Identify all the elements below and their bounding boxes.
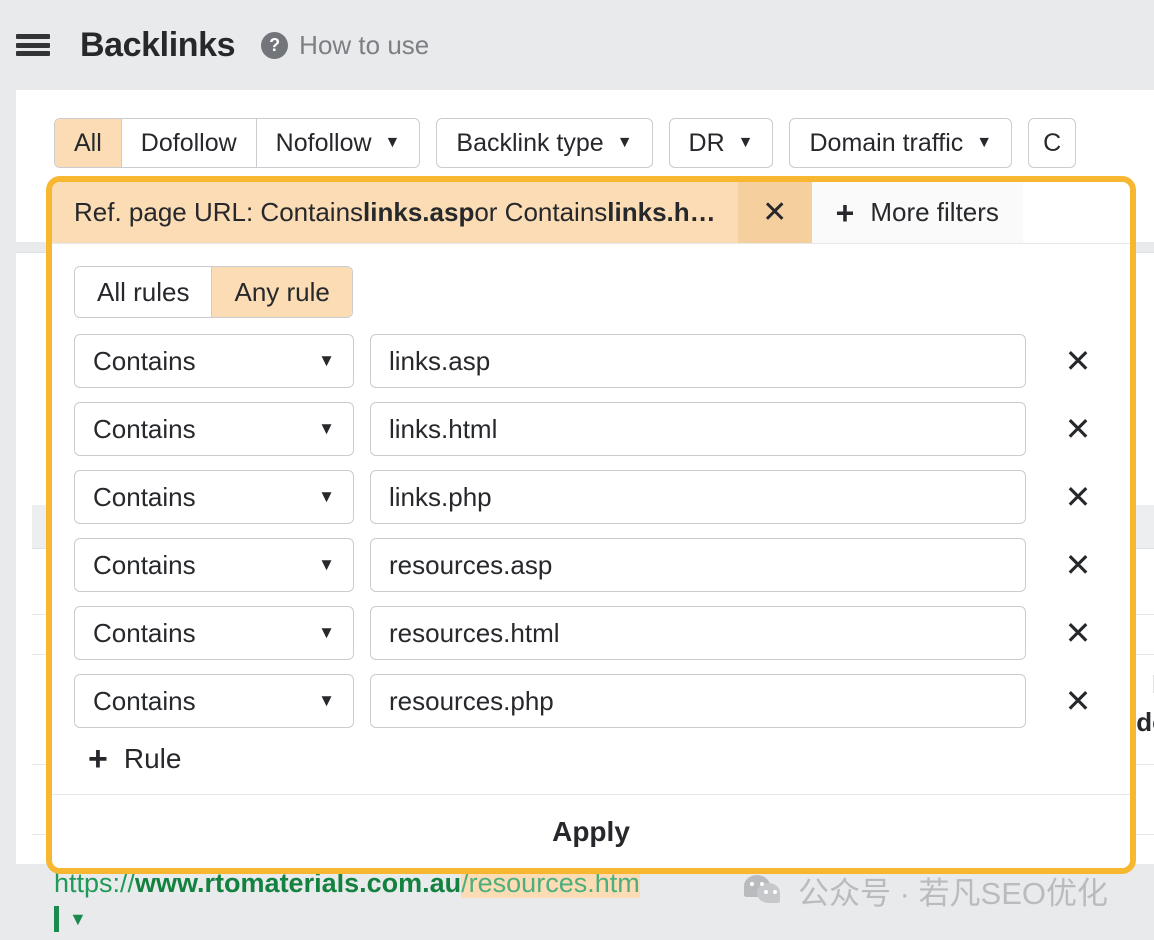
rule-operator-select[interactable]: Contains ▼: [74, 674, 354, 728]
filter-tab-dofollow[interactable]: Dofollow: [120, 119, 256, 167]
how-to-use-link[interactable]: ? How to use: [261, 30, 429, 61]
filter-dr[interactable]: DR ▼: [668, 118, 774, 168]
chip-value-2: links.h…: [607, 197, 716, 227]
filter-panel-footer: Apply: [52, 794, 1130, 868]
rule-row: Contains ▼ resources.asp ✕: [74, 538, 1108, 592]
table-cell: do: [1136, 707, 1154, 737]
remove-rule-icon[interactable]: ✕: [1054, 541, 1102, 589]
remove-rule-icon[interactable]: ✕: [1054, 473, 1102, 521]
wechat-icon: [744, 874, 782, 907]
apply-button[interactable]: Apply: [546, 815, 636, 849]
match-mode-toggle: All rules Any rule: [74, 266, 353, 318]
chevron-down-icon: ▼: [318, 419, 335, 438]
rule-operator-label: Contains: [93, 345, 196, 376]
remove-filter-chip-icon[interactable]: ✕: [737, 182, 812, 243]
add-rule-button[interactable]: + Rule: [88, 742, 181, 776]
rule-operator-label: Contains: [93, 685, 196, 716]
chip-value-1: links.asp: [363, 197, 475, 227]
rule-value-input[interactable]: resources.html: [370, 606, 1026, 660]
rule-value-input[interactable]: links.html: [370, 402, 1026, 456]
follow-type-group: All Dofollow Nofollow ▼: [54, 118, 421, 168]
chevron-down-icon: ▼: [318, 555, 335, 574]
match-mode-any-rule[interactable]: Any rule: [211, 267, 352, 317]
rule-operator-select[interactable]: Contains ▼: [74, 470, 354, 524]
rule-operator-select[interactable]: Contains ▼: [74, 606, 354, 660]
filter-tab-nofollow[interactable]: Nofollow ▼: [255, 119, 420, 167]
match-mode-all-rules[interactable]: All rules: [75, 267, 212, 317]
filter-domain-traffic-label: Domain traffic: [809, 128, 964, 157]
filter-backlink-type[interactable]: Backlink type ▼: [436, 118, 653, 168]
filter-toolbar: All Dofollow Nofollow ▼ Backlink type ▼ …: [54, 118, 1077, 168]
chevron-down-icon: ▼: [384, 134, 401, 151]
more-filters-label: More filters: [870, 197, 999, 227]
chevron-down-icon: ▼: [318, 691, 335, 710]
url-cursor-bar: [54, 906, 59, 932]
rule-value-input[interactable]: resources.asp: [370, 538, 1026, 592]
match-mode-any-rule-label: Any rule: [234, 276, 330, 307]
rule-row: Contains ▼ links.asp ✕: [74, 334, 1108, 388]
filter-domain-traffic[interactable]: Domain traffic ▼: [789, 118, 1013, 168]
chevron-down-icon: ▼: [737, 134, 754, 151]
chevron-down-icon: ▼: [976, 134, 993, 151]
chevron-down-icon: ▼: [318, 351, 335, 370]
ref-page-url-filter-dropdown: Ref. page URL: Contains links.asp or Con…: [46, 176, 1136, 874]
rule-value-input[interactable]: links.php: [370, 470, 1026, 524]
filter-panel-body: All rules Any rule Contains ▼ links.asp …: [52, 244, 1130, 794]
page-title: Backlinks: [80, 25, 236, 64]
filter-tab-all-label: All: [74, 128, 102, 157]
more-filters-button[interactable]: + More filters: [811, 182, 1023, 243]
rule-row: Contains ▼ resources.html ✕: [74, 606, 1108, 660]
plus-icon: +: [835, 194, 855, 231]
rule-operator-label: Contains: [93, 549, 196, 580]
rule-row: Contains ▼ links.html ✕: [74, 402, 1108, 456]
filter-cut-off[interactable]: C: [1028, 118, 1077, 168]
rule-operator-select[interactable]: Contains ▼: [74, 402, 354, 456]
match-mode-all-rules-label: All rules: [97, 276, 190, 307]
rule-row: Contains ▼ resources.php ✕: [74, 674, 1108, 728]
chevron-down-icon: ▼: [318, 487, 335, 506]
chip-joiner: or Contains: [474, 197, 608, 227]
url-expand-toggle[interactable]: ▼: [54, 900, 87, 940]
chevron-down-icon: ▼: [318, 623, 335, 642]
plus-icon: +: [88, 740, 108, 778]
rule-value-input[interactable]: resources.php: [370, 674, 1026, 728]
remove-rule-icon[interactable]: ✕: [1054, 405, 1102, 453]
rule-operator-select[interactable]: Contains ▼: [74, 334, 354, 388]
chevron-down-icon: ▼: [69, 908, 87, 929]
filter-tab-dofollow-label: Dofollow: [140, 128, 237, 157]
rule-operator-label: Contains: [93, 481, 196, 512]
filter-backlink-type-label: Backlink type: [456, 128, 604, 157]
chevron-down-icon: ▼: [616, 134, 633, 151]
hamburger-icon[interactable]: [16, 31, 50, 59]
remove-rule-icon[interactable]: ✕: [1054, 337, 1102, 385]
chip-prefix: Ref. page URL: Contains: [74, 197, 364, 227]
filter-cut-off-label: C: [1043, 128, 1062, 157]
watermark: 公众号 · 若凡SEO优化: [744, 868, 1108, 913]
add-rule-label: Rule: [123, 743, 182, 774]
remove-rule-icon[interactable]: ✕: [1054, 609, 1102, 657]
app-root: L L do Backlinks ? How to use All: [0, 0, 1154, 940]
rule-operator-label: Contains: [93, 413, 196, 444]
page-header: Backlinks ? How to use: [0, 0, 1154, 90]
ref-page-url-chip[interactable]: Ref. page URL: Contains links.asp or Con…: [52, 182, 738, 243]
filter-tab-nofollow-label: Nofollow: [275, 128, 372, 157]
watermark-text: 公众号 · 若凡SEO优化: [798, 876, 1109, 911]
filter-tab-all[interactable]: All: [55, 119, 121, 167]
rule-operator-label: Contains: [93, 617, 196, 648]
how-to-use-label: How to use: [299, 29, 430, 60]
filter-chip-strip: Ref. page URL: Contains links.asp or Con…: [52, 182, 1130, 244]
rule-operator-select[interactable]: Contains ▼: [74, 538, 354, 592]
rule-row: Contains ▼ links.php ✕: [74, 470, 1108, 524]
rule-value-input[interactable]: links.asp: [370, 334, 1026, 388]
question-mark-icon: ?: [261, 31, 289, 59]
remove-rule-icon[interactable]: ✕: [1054, 677, 1102, 725]
filter-dr-label: DR: [688, 128, 725, 157]
